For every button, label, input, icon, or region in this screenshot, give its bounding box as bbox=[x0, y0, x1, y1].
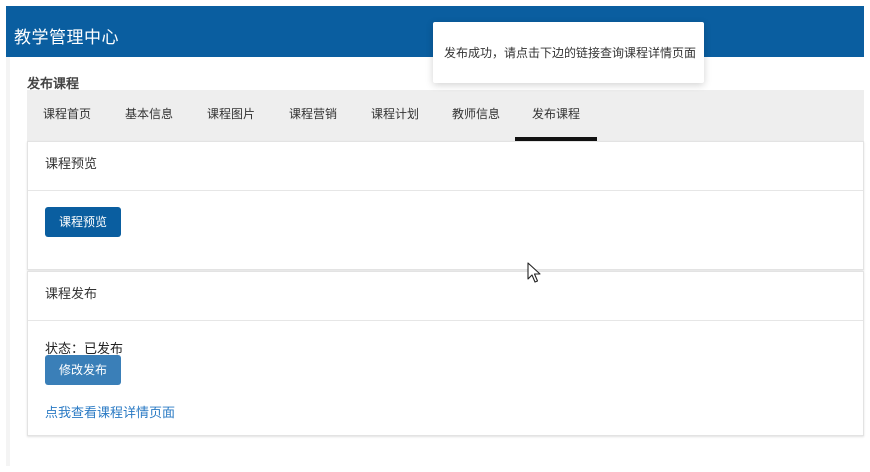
app-title: 教学管理中心 bbox=[14, 28, 119, 48]
publish-card-title: 课程发布 bbox=[28, 272, 863, 321]
modify-publish-button[interactable]: 修改发布 bbox=[45, 355, 122, 385]
preview-card: 课程预览 课程预览 bbox=[27, 141, 864, 270]
preview-card-title: 课程预览 bbox=[28, 142, 863, 191]
tab-course-marketing[interactable]: 课程营销 bbox=[272, 90, 354, 141]
tab-publish-course[interactable]: 发布课程 bbox=[515, 90, 597, 141]
toast-message: 发布成功，请点击下边的链接查询课程详情页面 bbox=[444, 46, 697, 60]
mouse-pointer-icon bbox=[527, 262, 541, 283]
tab-course-plan[interactable]: 课程计划 bbox=[354, 90, 436, 141]
success-toast: 发布成功，请点击下边的链接查询课程详情页面 bbox=[433, 22, 704, 83]
tab-course-home[interactable]: 课程首页 bbox=[27, 90, 107, 141]
tab-bar: 课程首页 基本信息 课程图片 课程营销 课程计划 教师信息 发布课程 bbox=[27, 90, 864, 141]
tab-basic-info[interactable]: 基本信息 bbox=[109, 90, 189, 141]
publish-card: 课程发布 状态：已发布 修改发布 点我查看课程详情页面 bbox=[27, 271, 864, 436]
course-preview-button[interactable]: 课程预览 bbox=[45, 207, 122, 237]
tab-teacher-info[interactable]: 教师信息 bbox=[435, 90, 517, 141]
tab-course-images[interactable]: 课程图片 bbox=[190, 90, 272, 141]
course-detail-link[interactable]: 点我查看课程详情页面 bbox=[45, 402, 175, 421]
